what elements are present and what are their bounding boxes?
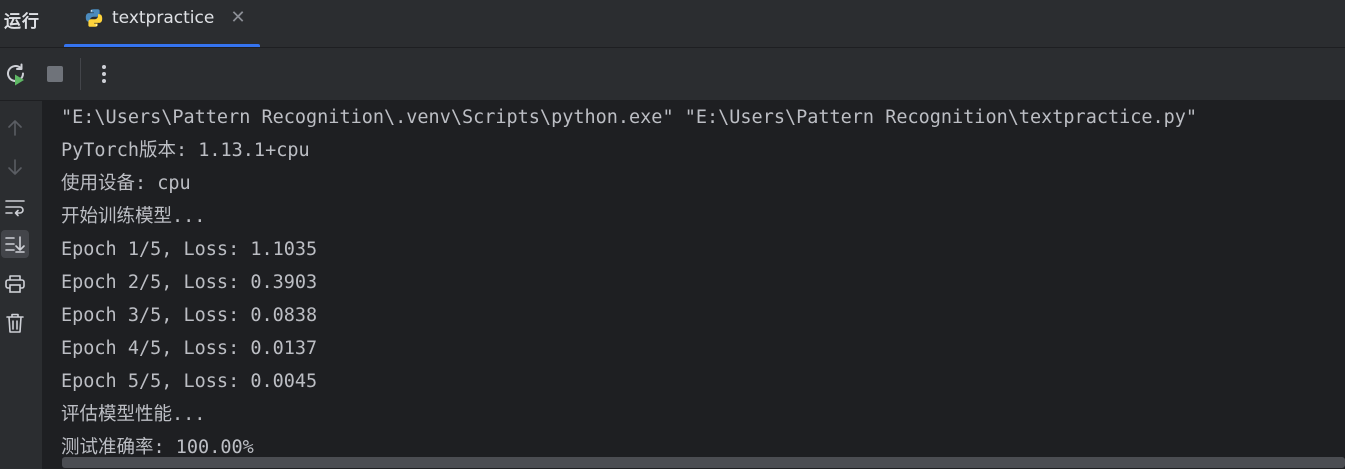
console-line: PyTorch版本: 1.13.1+cpu bbox=[61, 140, 310, 161]
run-header: 运行 textpractice ✕ bbox=[0, 0, 1345, 48]
run-tool-window: 运行 textpractice ✕ "E:\Users\Pattern Reco… bbox=[0, 0, 1345, 469]
rerun-icon[interactable] bbox=[2, 60, 30, 88]
console-line: Epoch 3/5, Loss: 0.0838 bbox=[61, 305, 318, 326]
console-line: Epoch 4/5, Loss: 0.0137 bbox=[61, 338, 318, 359]
scroll-to-end-icon[interactable] bbox=[1, 230, 29, 258]
close-icon[interactable]: ✕ bbox=[230, 8, 246, 28]
python-icon bbox=[84, 8, 104, 28]
toolbar-separator bbox=[80, 58, 81, 90]
active-tab-indicator bbox=[64, 44, 260, 47]
more-options-icon[interactable] bbox=[90, 60, 118, 88]
print-icon[interactable] bbox=[1, 270, 29, 298]
soft-wrap-icon[interactable] bbox=[1, 193, 29, 221]
tab-textpractice[interactable]: textpractice ✕ bbox=[64, 0, 260, 47]
horizontal-scrollbar[interactable] bbox=[62, 457, 1345, 468]
console-output[interactable]: "E:\Users\Pattern Recognition\.venv\Scri… bbox=[43, 101, 1345, 469]
tab-label: textpractice bbox=[112, 8, 215, 28]
console-line: Epoch 2/5, Loss: 0.3903 bbox=[61, 272, 318, 293]
console-gutter bbox=[0, 101, 43, 469]
clear-icon[interactable] bbox=[1, 309, 29, 337]
console-line-command: "E:\Users\Pattern Recognition\.venv\Scri… bbox=[61, 107, 1198, 128]
console-line: Epoch 5/5, Loss: 0.0045 bbox=[61, 371, 318, 392]
run-toolbar bbox=[0, 48, 1345, 101]
run-panel-title: 运行 bbox=[4, 12, 40, 32]
scroll-up-icon[interactable] bbox=[1, 114, 29, 142]
console-line: Epoch 1/5, Loss: 1.1035 bbox=[61, 239, 318, 260]
scroll-down-icon[interactable] bbox=[1, 153, 29, 181]
console-line: 开始训练模型... bbox=[61, 206, 206, 227]
stop-icon[interactable] bbox=[41, 60, 69, 88]
console-line: 使用设备: cpu bbox=[61, 173, 191, 194]
console-line: 评估模型性能... bbox=[61, 404, 206, 425]
